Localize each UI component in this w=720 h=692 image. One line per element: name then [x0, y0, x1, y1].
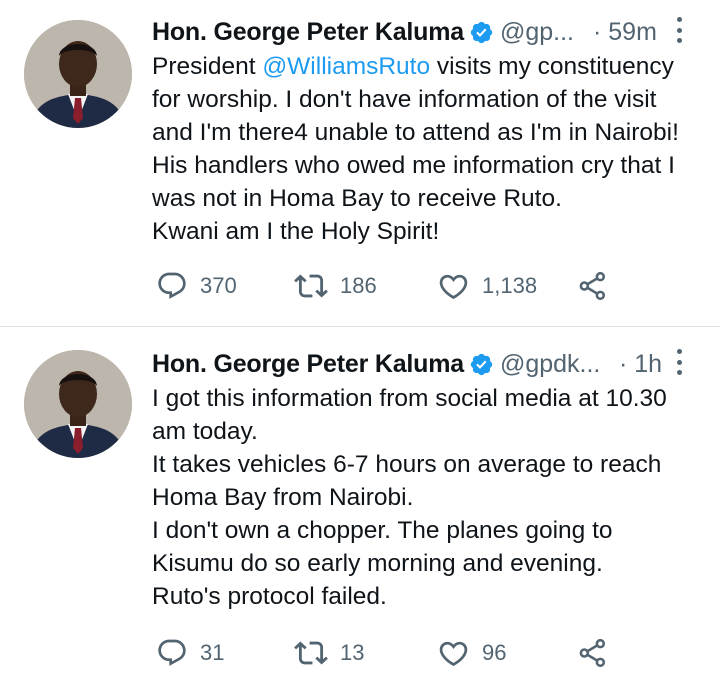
reply-icon — [156, 637, 188, 669]
like-count: 96 — [482, 640, 507, 665]
retweet-count: 13 — [340, 640, 365, 665]
more-options-icon[interactable] — [675, 349, 683, 375]
tweet[interactable]: Hon. George Peter Kaluma @gp... · 59m Pr… — [0, 0, 720, 326]
author-name[interactable]: Hon. George Peter Kaluma — [152, 350, 464, 379]
author-handle[interactable]: @gpdk... — [500, 350, 600, 379]
more-options-icon[interactable] — [675, 17, 683, 43]
share-icon — [577, 637, 609, 669]
reply-count: 370 — [200, 273, 237, 298]
retweet-button[interactable]: 13 — [294, 633, 364, 673]
tweet[interactable]: Hon. George Peter Kaluma @gpdk... · 1h I… — [0, 327, 720, 692]
retweet-icon — [294, 269, 328, 303]
like-button[interactable]: 96 — [437, 633, 506, 673]
verified-badge-icon — [469, 352, 494, 377]
retweet-button[interactable]: 186 — [294, 266, 377, 306]
reply-icon — [156, 270, 188, 302]
share-button[interactable] — [577, 266, 609, 306]
tweet-text-line: His handlers who owed me information cry… — [152, 152, 675, 179]
mention-link[interactable]: @WilliamsRuto — [262, 53, 430, 80]
tweet-header: Hon. George Peter Kaluma @gpdk... — [152, 346, 600, 382]
tweet-text-line: was not in Homa Bay to receive Ruto. — [152, 185, 562, 212]
tweet-text: President @WilliamsRuto visits my consti… — [152, 50, 712, 248]
reply-button[interactable]: 31 — [156, 633, 224, 673]
author-name[interactable]: Hon. George Peter Kaluma — [152, 18, 464, 47]
avatar[interactable] — [24, 350, 132, 458]
like-count: 1,138 — [482, 273, 538, 298]
tweet-header: Hon. George Peter Kaluma @gp... — [152, 14, 574, 50]
like-button[interactable]: 1,138 — [437, 266, 537, 306]
like-icon — [437, 270, 470, 303]
share-icon — [577, 270, 609, 302]
tweet-text-line: for worship. I don't have information of… — [152, 86, 657, 113]
text-segment: President — [152, 53, 263, 80]
tweet-text-line: Kwani am I the Holy Spirit! — [152, 218, 440, 245]
tweet-text-line: It takes vehicles 6-7 hours on average t… — [152, 451, 662, 478]
retweet-count: 186 — [340, 273, 377, 298]
tweet-text-line: am today. — [152, 418, 258, 445]
retweet-icon — [294, 636, 328, 670]
reply-button[interactable]: 370 — [156, 266, 237, 306]
tweet-text-line: Kisumu do so early morning and evening. — [152, 550, 603, 577]
tweet-text-line: I got this information from social media… — [152, 385, 667, 412]
tweet-text-line: Homa Bay from Nairobi. — [152, 484, 414, 511]
author-handle[interactable]: @gp... — [500, 18, 574, 47]
verified-badge-icon — [469, 20, 494, 45]
avatar[interactable] — [24, 20, 132, 128]
tweet-text-line: President @WilliamsRuto visits my consti… — [152, 50, 712, 83]
reply-count: 31 — [200, 640, 225, 665]
tweet-text-line: Ruto's protocol failed. — [152, 583, 387, 610]
tweet-actions: 370 186 1,138 — [152, 266, 622, 306]
like-icon — [437, 637, 470, 670]
tweet-timestamp[interactable]: · 1h — [619, 346, 662, 382]
tweet-text: I got this information from social media… — [152, 382, 712, 613]
tweet-actions: 31 13 96 — [152, 633, 622, 673]
text-segment: visits my constituency — [430, 53, 674, 80]
tweet-timestamp[interactable]: · 59m — [593, 14, 657, 50]
tweet-text-line: and I'm there4 unable to attend as I'm i… — [152, 119, 679, 146]
tweet-text-line: I don't own a chopper. The planes going … — [152, 517, 613, 544]
share-button[interactable] — [577, 633, 609, 673]
